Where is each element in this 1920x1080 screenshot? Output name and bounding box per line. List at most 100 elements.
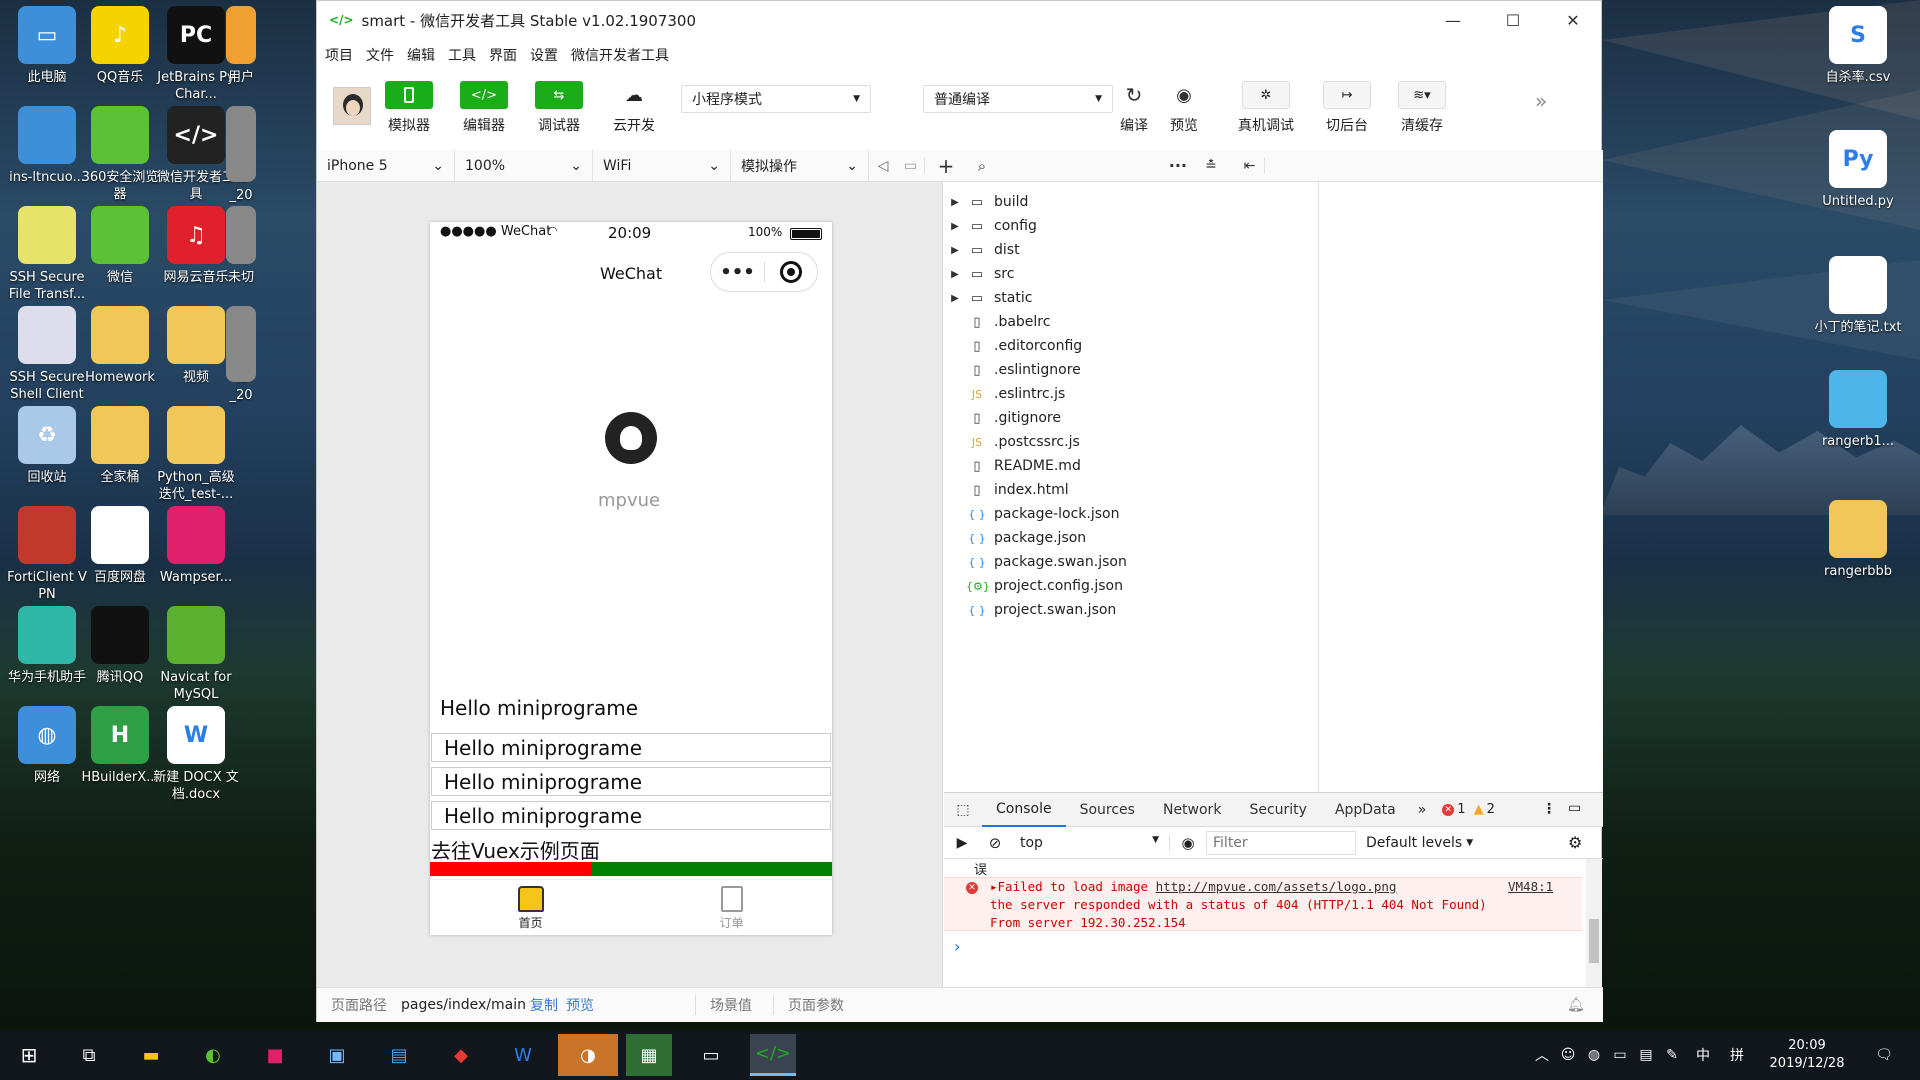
dock-icon[interactable]: ▭ — [1568, 800, 1581, 816]
capsule-button[interactable]: ••• — [710, 252, 818, 292]
battery-tray-icon[interactable]: ▭ — [1608, 1030, 1632, 1080]
error-url-link[interactable]: http://mpvue.com/assets/logo.png — [1156, 879, 1397, 894]
desktop-icon[interactable]: _20 — [226, 124, 256, 204]
file-tree-item[interactable]: { } package-lock.json — [944, 502, 1119, 526]
editor-button[interactable]: </> 编辑器 — [460, 81, 508, 135]
file-tree-item[interactable]: ▶ ▭ src — [944, 262, 1014, 286]
tab-orders[interactable]: 订单 — [631, 880, 832, 935]
menu-item-edit[interactable]: 编辑 — [407, 45, 435, 65]
add-file-icon[interactable]: + — [925, 154, 967, 178]
error-source-link[interactable]: VM48:1 — [1508, 878, 1553, 896]
file-tree-item[interactable]: ▯ .editorconfig — [944, 334, 1082, 358]
notification-bell-icon[interactable]: 🔔︎ — [1567, 997, 1585, 1013]
file-tree-item[interactable]: ▶ ▭ config — [944, 214, 1037, 238]
desktop-icon[interactable]: 未切 — [226, 206, 256, 286]
spreadsheet-taskbar-icon[interactable]: ▦ — [626, 1034, 672, 1076]
file-tree-item[interactable]: {⚙} project.config.json — [944, 574, 1123, 598]
desktop-icon[interactable]: W 新建 DOCX 文档.docx — [153, 706, 239, 803]
desktop-icon[interactable]: 腾讯QQ — [77, 606, 163, 686]
simulator-button[interactable]: 模拟器 — [385, 81, 433, 135]
context-select[interactable]: top ▼ — [1010, 834, 1170, 851]
caret-right-icon[interactable]: ▶ — [944, 293, 966, 304]
app-window-taskbar-icon[interactable]: ▤ — [376, 1034, 422, 1076]
copy-link[interactable]: 复制 — [530, 995, 558, 1015]
menu-item-view[interactable]: 界面 — [489, 45, 517, 65]
file-tree-item[interactable]: { } project.swan.json — [944, 598, 1116, 622]
scene-value-button[interactable]: 场景值 — [695, 995, 752, 1015]
wps-taskbar-icon[interactable]: W — [500, 1034, 546, 1076]
tab-sources[interactable]: Sources — [1066, 793, 1149, 827]
window-titlebar[interactable]: </> smart - 微信开发者工具 Stable v1.02.1907300… — [317, 1, 1601, 39]
remote-debug-button[interactable]: ✲ 真机调试 — [1238, 81, 1294, 135]
console-scrollbar[interactable] — [1586, 859, 1602, 987]
file-tree-item[interactable]: ▶ ▭ static — [944, 286, 1032, 310]
file-explorer-icon[interactable]: ▬ — [128, 1034, 174, 1076]
console-settings-icon[interactable]: ⚙ — [1568, 833, 1582, 852]
tab-network[interactable]: Network — [1149, 793, 1235, 827]
network-tray-icon[interactable]: ▤ — [1634, 1030, 1658, 1080]
caret-right-icon[interactable]: ▶ — [944, 245, 966, 256]
caret-right-icon[interactable]: ▶ — [944, 197, 966, 208]
more-dots-icon[interactable]: ••• — [711, 262, 764, 283]
ime-tray[interactable]: 中 — [1688, 1030, 1718, 1080]
operation-select[interactable]: 模拟操作 ⌄ — [731, 150, 869, 181]
desktop-icon[interactable]: 用户 — [226, 6, 256, 86]
more-tabs-button[interactable]: » — [1410, 802, 1435, 818]
tab-home[interactable]: 首页 — [430, 880, 631, 935]
menu-item-settings[interactable]: 设置 — [530, 45, 558, 65]
desktop-icon[interactable]: Navicat for MySQL — [153, 606, 239, 703]
compile-button[interactable]: ↻ 编译 — [1114, 81, 1154, 135]
notification-center-icon[interactable]: 🗨︎ — [1864, 1030, 1904, 1080]
remote-desktop-taskbar-icon[interactable]: ▣ — [314, 1034, 360, 1076]
file-tree-item[interactable]: ▯ .gitignore — [944, 406, 1061, 430]
desktop-icon[interactable]: 微信 — [77, 206, 163, 286]
collapse-icon[interactable]: ≛ — [1187, 158, 1235, 174]
desktop-icon[interactable]: 360安全浏览器 — [77, 106, 163, 203]
file-tree-item[interactable]: ▯ .eslintignore — [944, 358, 1080, 382]
tray-expand-icon[interactable]: ︿ — [1530, 1030, 1554, 1080]
file-tree-item[interactable]: ▶ ▭ dist — [944, 238, 1019, 262]
maximize-button[interactable]: ☐ — [1483, 1, 1543, 39]
background-button[interactable]: ↦ 切后台 — [1323, 81, 1371, 135]
tab-security[interactable]: Security — [1235, 793, 1321, 827]
cloud-button[interactable]: ☁ 云开发 — [610, 81, 658, 135]
console-prompt[interactable]: › — [954, 937, 960, 956]
ime-mode-tray[interactable]: 拼 — [1722, 1030, 1752, 1080]
devtools-menu-icon[interactable]: ⋮ — [1542, 801, 1556, 817]
log-levels-select[interactable]: Default levels ▼ — [1366, 835, 1473, 851]
sidebar-toggle-icon[interactable]: ▶ — [944, 835, 980, 851]
360-browser-taskbar-icon[interactable]: ◐ — [190, 1034, 236, 1076]
desktop-icon[interactable]: Python_高级迭代_test-... — [153, 406, 239, 503]
desktop-icon[interactable]: Homework — [77, 306, 163, 386]
task-view-icon[interactable]: ⧉ — [66, 1034, 112, 1076]
desktop-icon[interactable]: S 自杀率.csv — [1810, 6, 1906, 86]
live-expression-icon[interactable]: ◉ — [1170, 834, 1206, 852]
avatar[interactable] — [333, 87, 371, 125]
network-select[interactable]: WiFi ⌄ — [593, 150, 731, 181]
console-filter-input[interactable] — [1206, 830, 1356, 855]
terminal-taskbar-icon[interactable]: ▭ — [688, 1034, 734, 1076]
device-select[interactable]: iPhone 5 ⌄ — [317, 150, 455, 181]
desktop-icon[interactable]: ♪ QQ音乐 — [77, 6, 163, 86]
clear-cache-button[interactable]: ≋▾ 清缓存 — [1398, 81, 1446, 135]
file-tree-item[interactable]: JS .eslintrc.js — [944, 382, 1065, 406]
intellij-taskbar-icon[interactable]: ■ — [252, 1034, 298, 1076]
minimize-button[interactable]: — — [1423, 1, 1483, 39]
desktop-icon[interactable]: 小丁的笔记.txt — [1810, 256, 1906, 336]
colorful-app-taskbar-icon[interactable]: ◆ — [438, 1034, 484, 1076]
mode-select[interactable]: 小程序模式 ▼ — [681, 85, 871, 113]
desktop-icon[interactable]: Py Untitled.py — [1810, 130, 1906, 210]
clock[interactable]: 20:09 2019/12/28 — [1762, 1030, 1852, 1080]
preview-button[interactable]: ◉ 预览 — [1164, 81, 1204, 135]
inspect-icon[interactable]: ⬚ — [944, 802, 982, 818]
wechat-taskbar-icon[interactable]: ◑ — [558, 1034, 618, 1076]
caret-right-icon[interactable]: ▶ — [944, 269, 966, 280]
file-tree-item[interactable]: ▯ index.html — [944, 478, 1068, 502]
tab-console[interactable]: Console — [982, 793, 1066, 827]
zoom-select[interactable]: 100% ⌄ — [455, 150, 593, 181]
close-button[interactable]: ✕ — [1543, 1, 1603, 39]
menu-item-file[interactable]: 文件 — [366, 45, 394, 65]
desktop-icon[interactable]: 全家桶 — [77, 406, 163, 486]
page-params-button[interactable]: 页面参数 — [773, 995, 844, 1015]
vuex-link[interactable]: 去往Vuex示例页面 — [431, 835, 600, 864]
